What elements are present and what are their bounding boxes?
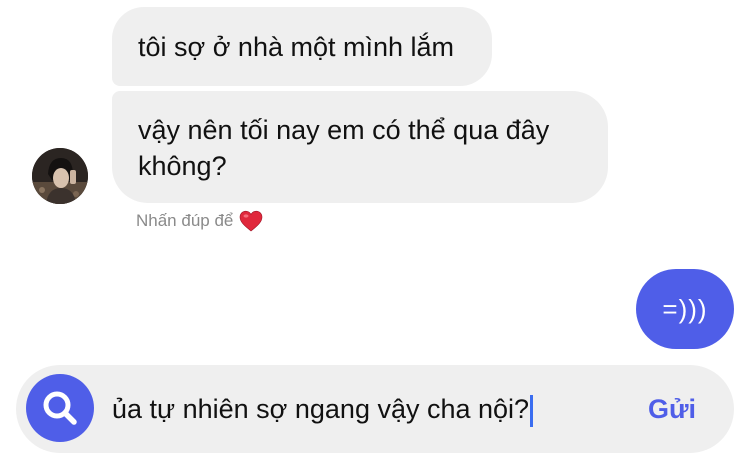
- message-input-value: ủa tự nhiên sợ ngang vậy cha nội?: [112, 394, 530, 424]
- avatar[interactable]: [32, 148, 88, 204]
- hint-text: Nhấn đúp để: [136, 211, 234, 230]
- message-text: tôi sợ ở nhà một mình lắm: [138, 32, 455, 62]
- avatar-image: [32, 148, 88, 204]
- heart-icon[interactable]: [239, 210, 263, 232]
- message-text: vậy nên tối nay em có thể qua đây không?: [138, 115, 550, 181]
- text-cursor: [530, 394, 534, 427]
- search-icon: [43, 391, 77, 425]
- received-message-bubble[interactable]: tôi sợ ở nhà một mình lắm: [112, 7, 492, 86]
- received-message-bubble[interactable]: vậy nên tối nay em có thể qua đây không?: [112, 91, 608, 203]
- double-tap-hint: Nhấn đúp để: [136, 210, 263, 232]
- send-button[interactable]: Gửi: [648, 394, 696, 425]
- sent-message-bubble[interactable]: =))): [636, 269, 734, 349]
- message-text: =))): [662, 293, 708, 324]
- search-button[interactable]: [26, 374, 94, 442]
- message-input[interactable]: ủa tự nhiên sợ ngang vậy cha nội?: [112, 392, 534, 427]
